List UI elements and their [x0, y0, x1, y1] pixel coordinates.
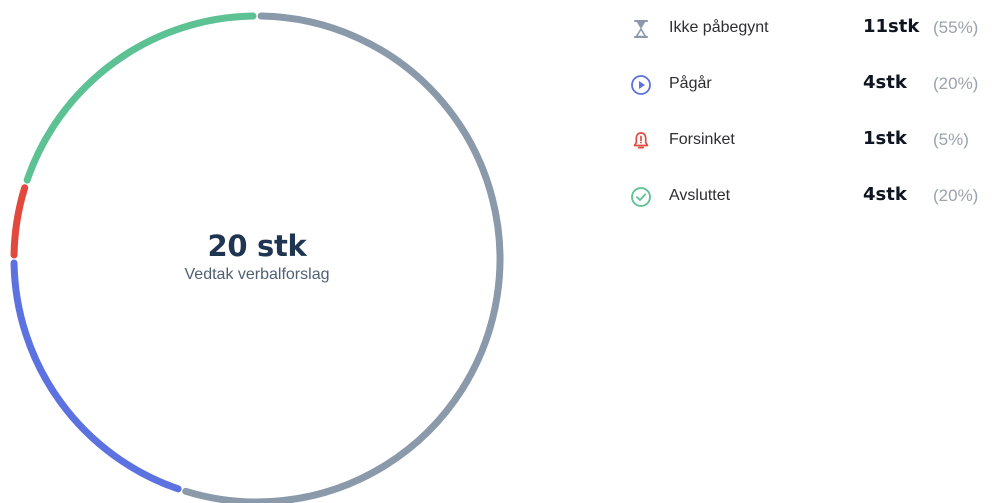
legend-item-pagar[interactable]: Pågår 4stk (20%)	[626, 69, 995, 99]
hourglass-icon	[630, 18, 652, 40]
legend-percent: (55%)	[933, 18, 979, 37]
legend-count: 11stk	[863, 16, 920, 37]
legend-count: 4stk	[863, 72, 907, 93]
total-count: 20 stk	[207, 229, 307, 263]
legend-percent: (20%)	[933, 74, 979, 93]
legend: Ikke påbegynt 11stk (55%) Pågår 4stk (20…	[626, 0, 995, 230]
donut-center: 20 stk Vedtak verbalforslag	[185, 228, 330, 285]
legend-item-avsluttet[interactable]: Avsluttet 4stk (20%)	[626, 181, 995, 211]
legend-item-forsinket[interactable]: Forsinket 1stk (5%)	[626, 125, 995, 155]
legend-label: Avsluttet	[669, 187, 731, 204]
check-circle-icon	[630, 186, 652, 208]
legend-label: Forsinket	[669, 131, 735, 148]
legend-count: 1stk	[863, 128, 907, 149]
legend-label: Pågår	[669, 75, 712, 92]
play-circle-icon	[630, 74, 652, 96]
legend-label: Ikke påbegynt	[669, 19, 769, 36]
bell-alert-icon	[630, 130, 652, 152]
legend-count: 4stk	[863, 184, 907, 205]
donut-segment-forsinket	[10, 184, 29, 259]
legend-percent: (20%)	[933, 186, 979, 205]
donut-segment-p-g-r	[10, 259, 182, 493]
donut-segment-avsluttet	[23, 12, 257, 184]
legend-item-ikke-pabegynt[interactable]: Ikke påbegynt 11stk (55%)	[626, 13, 995, 43]
total-label: Vedtak verbalforslag	[184, 266, 330, 283]
legend-percent: (5%)	[933, 130, 969, 149]
